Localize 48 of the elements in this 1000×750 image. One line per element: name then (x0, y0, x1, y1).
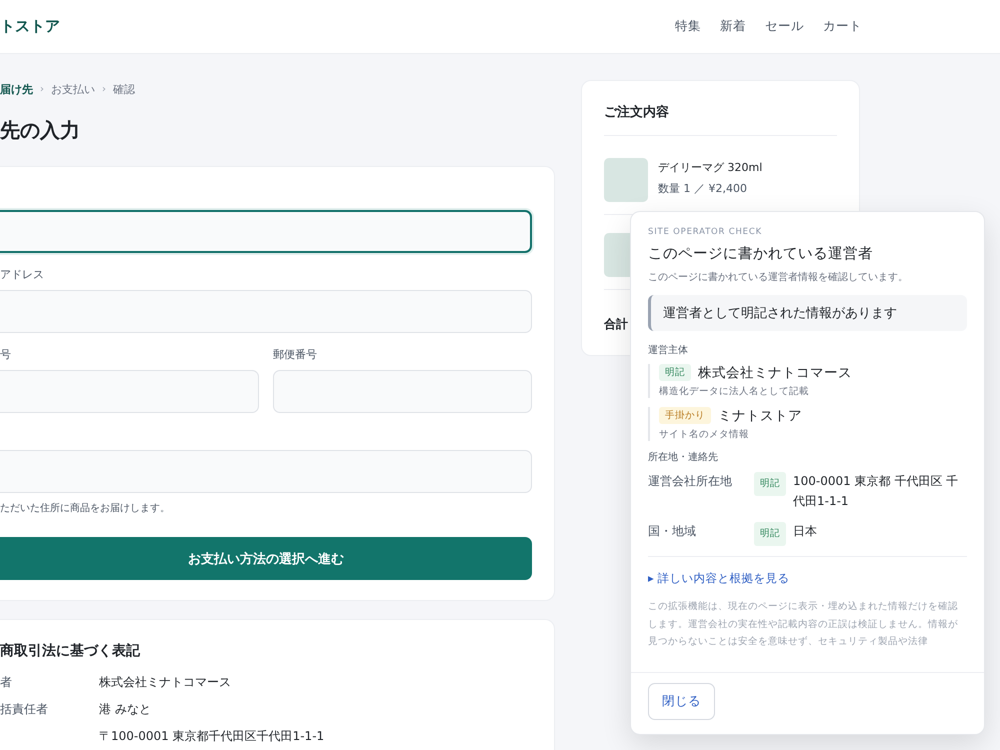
result-callout: 運営者として明記された情報があります (648, 295, 967, 331)
total-label: 合計 (604, 316, 628, 333)
field-label: 号 (0, 347, 12, 362)
details-link[interactable]: ▸ 詳しい内容と根拠を見る (648, 571, 790, 585)
store-logo[interactable]: トストア (0, 17, 60, 36)
entry-value: 株式会社ミナトコマース (698, 365, 852, 381)
status-badge: 明記 (754, 472, 786, 496)
section-heading: 運営主体 (648, 344, 689, 357)
field-label: アドレス (0, 267, 45, 282)
section-title: 商取引法に基づく表記 (0, 642, 141, 660)
chevron-icon: › (102, 84, 106, 95)
row-value: 〒100-0001 東京都千代田区千代田1-1-1 (99, 728, 326, 745)
popup-subtitle: このページに書かれている運営者情報を確認しています。 (648, 270, 909, 284)
entry-note: 構造化データに法人名として記載 (659, 385, 810, 398)
entry-note: サイト名のメタ情報 (659, 428, 750, 441)
nav-link[interactable]: 新着 (720, 18, 746, 35)
section-heading: 所在地・連絡先 (648, 450, 719, 464)
nav-link[interactable]: 特集 (675, 18, 701, 35)
product-thumbnail (604, 158, 648, 202)
hint-text: ただいた住所に商品をお届けします。 (0, 502, 171, 515)
submit-button[interactable]: お支払い方法の選択へ進む (0, 537, 532, 580)
row-value: 100-0001 東京都 千代田区 千代田1-1-1 (793, 473, 960, 510)
status-badge: 明記 (659, 364, 691, 381)
disclaimer-text: この拡張機能は、現在のページに表示・埋め込まれた情報だけを確認します。運営会社の実在性や記載内容の正誤は検証しません。情報が見つからないことは安全を意味せず、セキュリティ製品や法律 (648, 600, 959, 649)
summary-title: ご注文内容 (604, 103, 837, 136)
row-value: 株式会社ミナトコマース (99, 674, 232, 691)
row-label: 運営会社所在地 (648, 473, 733, 490)
row-label: 括責任者 (0, 701, 49, 718)
field-label: 郵便番号 (273, 347, 318, 362)
status-badge: 明記 (754, 522, 786, 546)
row-label: 者 (0, 674, 13, 691)
breadcrumb-step: 届け先 (0, 82, 33, 97)
nav-link[interactable]: カート (823, 18, 862, 35)
entry-value: ミナトストア (718, 408, 802, 424)
popup-title: このページに書かれている運営者 (648, 245, 874, 263)
nav-link[interactable]: セール (765, 18, 804, 35)
row-label: 国・地域 (648, 523, 697, 540)
row-value: 日本 (793, 523, 817, 540)
eyebrow-label: SITE OPERATOR CHECK (648, 227, 763, 237)
close-button[interactable]: 閉じる (648, 683, 715, 720)
chevron-icon: › (40, 84, 44, 95)
product-name: デイリーマグ 320ml (658, 160, 762, 175)
row-value: 港 みなと (99, 701, 152, 718)
status-badge: 手掛かり (659, 407, 711, 424)
product-detail: 数量 1 ／ ¥2,400 (658, 181, 748, 196)
breadcrumb-step: 確認 (113, 82, 135, 97)
input-field[interactable] (0, 210, 532, 253)
breadcrumb-step: お支払い (51, 82, 95, 97)
